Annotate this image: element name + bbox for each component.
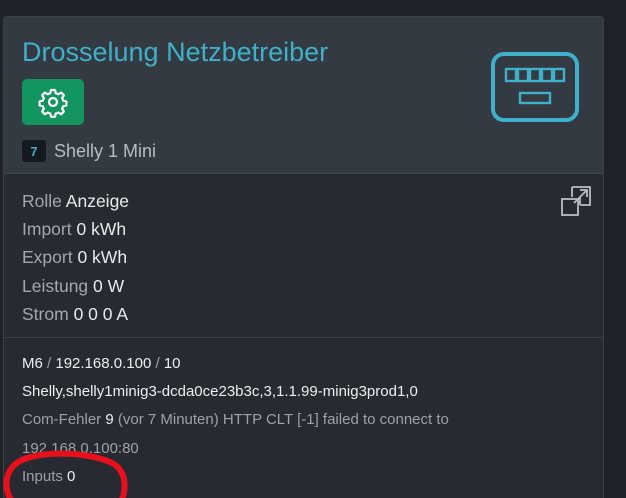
gear-icon bbox=[38, 88, 68, 118]
measurement-values: Rolle Anzeige Import 0 kWh Export 0 kWh … bbox=[22, 187, 129, 328]
leistung-line: Leistung 0 W bbox=[22, 272, 129, 300]
export-value: 0 kWh bbox=[77, 247, 128, 268]
error-label: Com-Fehler bbox=[22, 411, 106, 429]
error-text: (vor 7 Minuten) HTTP CLT [-1] failed to … bbox=[113, 411, 449, 429]
error-line: Com-Fehler 9 (vor 7 Minuten) HTTP CLT [-… bbox=[22, 406, 597, 434]
import-line: Import 0 kWh bbox=[22, 215, 129, 243]
device-row: 7 Shelly 1 Mini bbox=[22, 139, 156, 163]
separator: / bbox=[42, 355, 56, 372]
leistung-label: Leistung bbox=[22, 275, 89, 296]
red-highlight-annotation bbox=[3, 450, 128, 498]
strom-line: Strom 0 0 0 A bbox=[22, 300, 129, 328]
section-divider bbox=[4, 337, 603, 338]
card-title: Drosselung Netzbetreiber bbox=[22, 37, 329, 67]
strom-label: Strom bbox=[22, 303, 69, 324]
import-value: 0 kWh bbox=[76, 219, 127, 240]
rolle-value: Anzeige bbox=[65, 191, 130, 211]
settings-button[interactable] bbox=[22, 79, 84, 125]
card-header: Drosselung Netzbetreiber 7 Shelly 1 Mini bbox=[4, 17, 603, 174]
error-count: 9 bbox=[105, 411, 114, 429]
rolle-line: Rolle Anzeige bbox=[22, 187, 129, 215]
export-label: Export bbox=[22, 247, 73, 268]
model-text: M6 bbox=[22, 355, 43, 372]
export-line: Export 0 kWh bbox=[22, 243, 129, 271]
device-id-badge: 7 bbox=[22, 140, 46, 162]
device-name: Shelly 1 Mini bbox=[54, 140, 157, 161]
strom-value: 0 0 0 A bbox=[73, 303, 129, 324]
address-line: M6 / 192.168.0.100 / 10 bbox=[22, 350, 597, 378]
shelly-id-line: Shelly,shelly1minig3-dcda0ce23b3c,3,1.1.… bbox=[22, 383, 418, 401]
keyboard-icon[interactable] bbox=[490, 51, 580, 123]
slot-text: 10 bbox=[163, 355, 181, 372]
leistung-value: 0 W bbox=[93, 275, 125, 296]
page: Drosselung Netzbetreiber 7 Shelly 1 Mini bbox=[0, 0, 626, 498]
import-label: Import bbox=[22, 219, 72, 240]
popout-icon[interactable] bbox=[560, 185, 592, 217]
device-card: Drosselung Netzbetreiber 7 Shelly 1 Mini bbox=[3, 16, 604, 498]
ip-text: 192.168.0.100 bbox=[55, 355, 152, 372]
separator: / bbox=[151, 355, 164, 372]
rolle-label: Rolle bbox=[22, 191, 62, 211]
